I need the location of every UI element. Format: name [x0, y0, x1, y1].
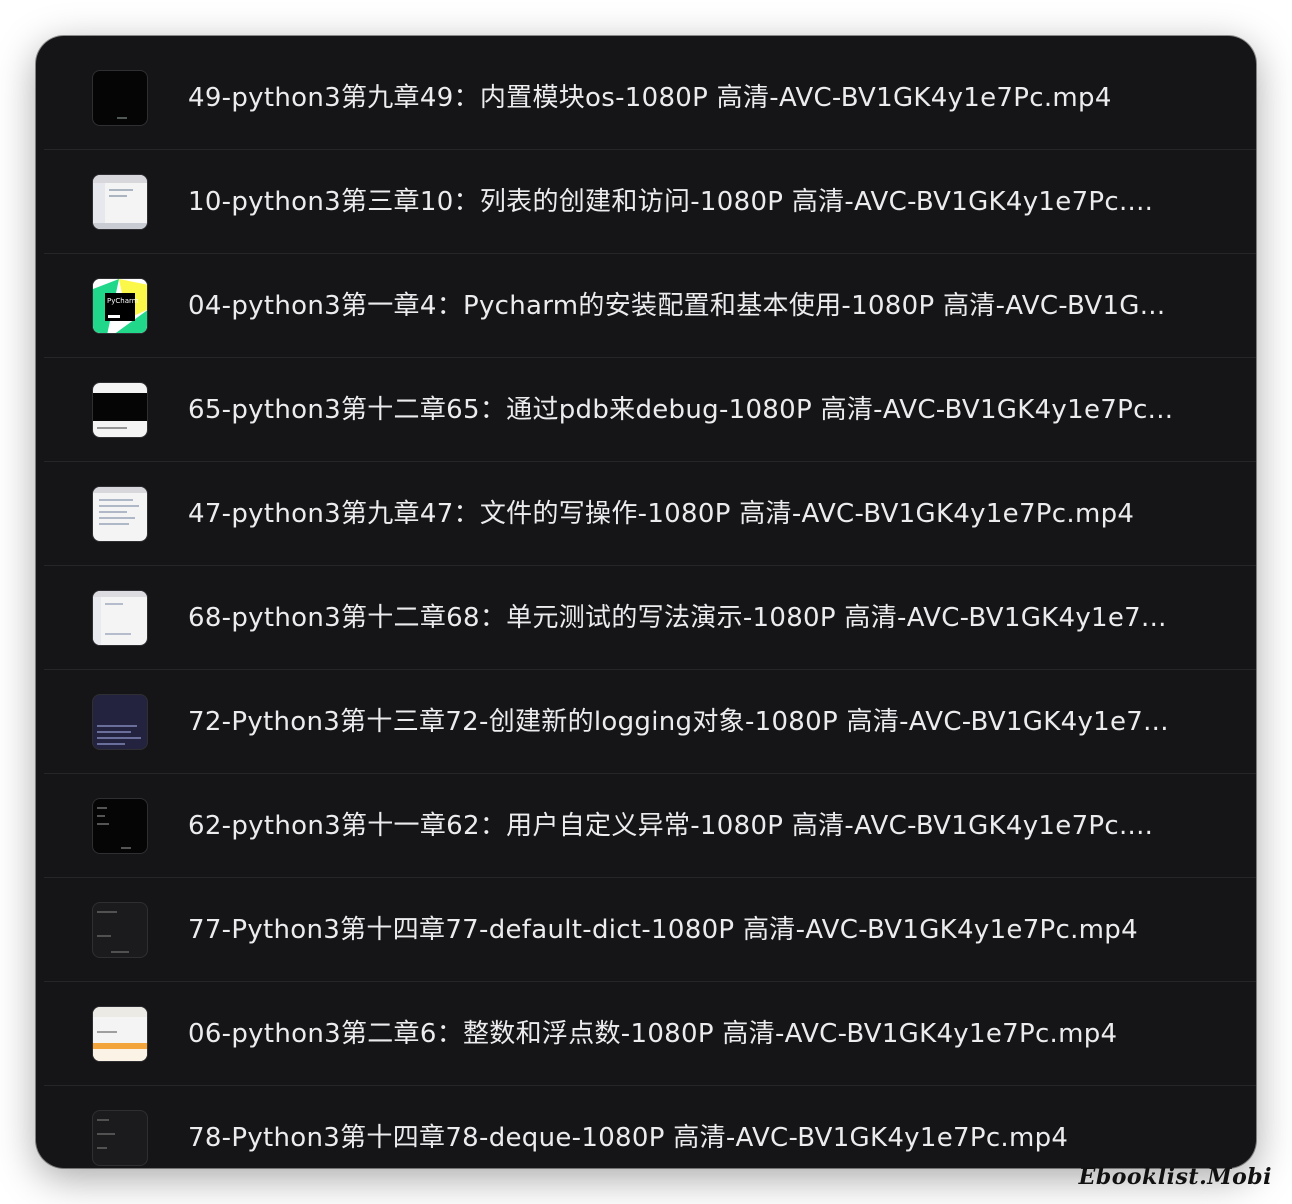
- video-thumbnail: [92, 70, 148, 126]
- file-row[interactable]: 78-Python3第十四章78-deque-1080P 高清-AVC-BV1G…: [36, 1086, 1256, 1168]
- file-row[interactable]: 72-Python3第十三章72-创建新的logging对象-1080P 高清-…: [36, 670, 1256, 774]
- pycharm-logo-icon: PyCharm: [93, 279, 147, 333]
- file-row[interactable]: 77-Python3第十四章77-default-dict-1080P 高清-A…: [36, 878, 1256, 982]
- file-name: 72-Python3第十三章72-创建新的logging对象-1080P 高清-…: [188, 707, 1169, 737]
- file-row[interactable]: 68-python3第十二章68：单元测试的写法演示-1080P 高清-AVC-…: [36, 566, 1256, 670]
- video-thumbnail: [92, 1006, 148, 1062]
- file-name: 04-python3第一章4：Pycharm的安装配置和基本使用-1080P 高…: [188, 291, 1166, 321]
- file-row[interactable]: 10-python3第三章10：列表的创建和访问-1080P 高清-AVC-BV…: [36, 150, 1256, 254]
- video-thumbnail: [92, 174, 148, 230]
- file-list-window: 49-python3第九章49：内置模块os-1080P 高清-AVC-BV1G…: [36, 36, 1256, 1168]
- video-thumbnail: [92, 694, 148, 750]
- pycharm-logo-thumbnail: PyCharm: [92, 278, 148, 334]
- file-name: 47-python3第九章47：文件的写操作-1080P 高清-AVC-BV1G…: [188, 499, 1135, 529]
- video-thumbnail: [92, 902, 148, 958]
- file-row[interactable]: 49-python3第九章49：内置模块os-1080P 高清-AVC-BV1G…: [36, 46, 1256, 150]
- video-thumbnail: [92, 486, 148, 542]
- file-name: 65-python3第十二章65：通过pdb来debug-1080P 高清-AV…: [188, 395, 1174, 425]
- file-name: 68-python3第十二章68：单元测试的写法演示-1080P 高清-AVC-…: [188, 603, 1167, 633]
- file-row[interactable]: 47-python3第九章47：文件的写操作-1080P 高清-AVC-BV1G…: [36, 462, 1256, 566]
- file-name: 77-Python3第十四章77-default-dict-1080P 高清-A…: [188, 915, 1138, 945]
- file-row[interactable]: 62-python3第十一章62：用户自定义异常-1080P 高清-AVC-BV…: [36, 774, 1256, 878]
- file-name: 78-Python3第十四章78-deque-1080P 高清-AVC-BV1G…: [188, 1123, 1069, 1153]
- file-row[interactable]: PyCharm 04-python3第一章4：Pycharm的安装配置和基本使用…: [36, 254, 1256, 358]
- video-thumbnail: [92, 798, 148, 854]
- file-name: 06-python3第二章6：整数和浮点数-1080P 高清-AVC-BV1GK…: [188, 1019, 1118, 1049]
- file-name: 10-python3第三章10：列表的创建和访问-1080P 高清-AVC-BV…: [188, 187, 1154, 217]
- video-thumbnail: [92, 382, 148, 438]
- video-thumbnail: [92, 590, 148, 646]
- file-row[interactable]: 65-python3第十二章65：通过pdb来debug-1080P 高清-AV…: [36, 358, 1256, 462]
- file-row[interactable]: 06-python3第二章6：整数和浮点数-1080P 高清-AVC-BV1GK…: [36, 982, 1256, 1086]
- watermark: Ebooklist.Mobi: [1078, 1164, 1272, 1190]
- file-list: 49-python3第九章49：内置模块os-1080P 高清-AVC-BV1G…: [36, 46, 1256, 1168]
- video-thumbnail: [92, 1110, 148, 1166]
- file-name: 49-python3第九章49：内置模块os-1080P 高清-AVC-BV1G…: [188, 83, 1112, 113]
- svg-text:PyCharm: PyCharm: [107, 297, 139, 305]
- file-name: 62-python3第十一章62：用户自定义异常-1080P 高清-AVC-BV…: [188, 811, 1154, 841]
